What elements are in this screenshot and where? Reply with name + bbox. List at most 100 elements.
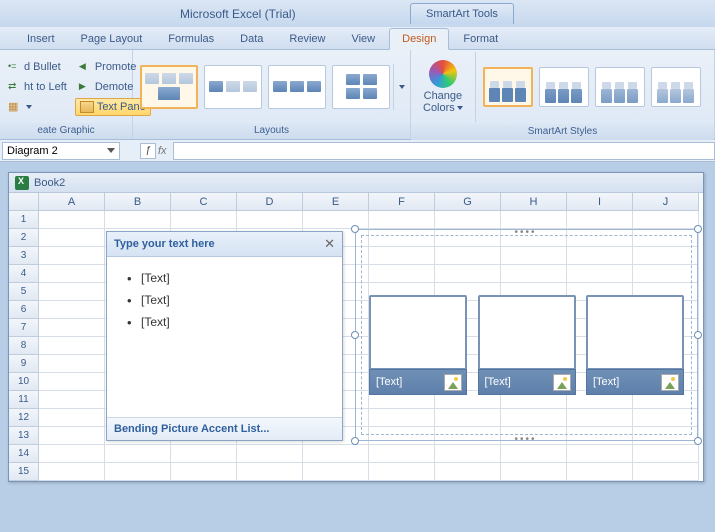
- picture-placeholder[interactable]: [369, 295, 467, 370]
- cell-grid[interactable]: /* rows rendered below */ Type your text…: [39, 211, 699, 481]
- col-header[interactable]: J: [633, 193, 699, 211]
- picture-placeholder[interactable]: [478, 295, 576, 370]
- col-header[interactable]: G: [435, 193, 501, 211]
- row-header[interactable]: 9: [9, 355, 39, 373]
- layout-button[interactable]: [4, 98, 71, 116]
- tab-review[interactable]: Review: [277, 29, 337, 49]
- right-to-left-button[interactable]: ht to Left: [4, 78, 71, 96]
- title-bar: Microsoft Excel (Trial) SmartArt Tools: [0, 0, 715, 27]
- row-header[interactable]: 12: [9, 409, 39, 427]
- demote-icon: [79, 80, 93, 94]
- tab-page-layout[interactable]: Page Layout: [69, 29, 155, 49]
- workbook-titlebar[interactable]: Book2: [9, 173, 703, 193]
- rotate-handle-icon[interactable]: ••••: [515, 434, 537, 445]
- row-header[interactable]: 11: [9, 391, 39, 409]
- style-thumb-1[interactable]: [483, 67, 533, 107]
- resize-handle[interactable]: [351, 331, 359, 339]
- col-header[interactable]: C: [171, 193, 237, 211]
- col-header[interactable]: A: [39, 193, 105, 211]
- row-header[interactable]: 3: [9, 247, 39, 265]
- color-wheel-icon: [429, 60, 457, 88]
- tab-format[interactable]: Format: [451, 29, 510, 49]
- resize-handle[interactable]: [694, 331, 702, 339]
- row-header[interactable]: 6: [9, 301, 39, 319]
- layout-thumb-3[interactable]: [268, 65, 326, 109]
- text-pane-item[interactable]: [Text]: [125, 267, 324, 289]
- close-icon[interactable]: ✕: [324, 236, 335, 252]
- layout-thumb-4[interactable]: [332, 65, 390, 109]
- ribbon-tabs: Insert Page Layout Formulas Data Review …: [0, 27, 715, 50]
- chevron-down-icon: [26, 105, 32, 109]
- row-header[interactable]: 2: [9, 229, 39, 247]
- row-header[interactable]: 10: [9, 373, 39, 391]
- picture-placeholder[interactable]: [586, 295, 684, 370]
- bullet-icon: [8, 60, 22, 74]
- resize-handle[interactable]: [351, 437, 359, 445]
- app-title: Microsoft Excel (Trial): [180, 7, 296, 21]
- rtl-icon: [8, 80, 22, 94]
- layout-thumb-2[interactable]: [204, 65, 262, 109]
- row-header[interactable]: 7: [9, 319, 39, 337]
- text-pane-item[interactable]: [Text]: [125, 311, 324, 333]
- fx-button[interactable]: ƒ: [140, 143, 156, 159]
- row-header[interactable]: 8: [9, 337, 39, 355]
- resize-handle[interactable]: [351, 225, 359, 233]
- row-header[interactable]: 13: [9, 427, 39, 445]
- row-header[interactable]: 15: [9, 463, 39, 481]
- tab-data[interactable]: Data: [228, 29, 275, 49]
- diagram-shape[interactable]: [Text]: [586, 295, 684, 395]
- tab-formulas[interactable]: Formulas: [156, 29, 226, 49]
- select-all-corner[interactable]: [9, 193, 39, 211]
- workbook-title: Book2: [34, 177, 65, 189]
- row-header[interactable]: 4: [9, 265, 39, 283]
- diagram-shape[interactable]: [Text]: [369, 295, 467, 395]
- col-header[interactable]: E: [303, 193, 369, 211]
- tab-design[interactable]: Design: [389, 28, 449, 50]
- shape-caption[interactable]: [Text]: [485, 376, 511, 388]
- col-header[interactable]: F: [369, 193, 435, 211]
- rtl-label: ht to Left: [24, 81, 67, 93]
- picture-icon[interactable]: [553, 374, 571, 391]
- formula-input[interactable]: [173, 142, 715, 160]
- resize-handle[interactable]: [694, 437, 702, 445]
- style-thumb-2[interactable]: [539, 67, 589, 107]
- col-header[interactable]: I: [567, 193, 633, 211]
- text-pane-item[interactable]: [Text]: [125, 289, 324, 311]
- layout-icon: [8, 100, 22, 114]
- tab-view[interactable]: View: [339, 29, 387, 49]
- row-header[interactable]: 1: [9, 211, 39, 229]
- col-header[interactable]: H: [501, 193, 567, 211]
- change-colors-label2: Colors: [423, 102, 455, 114]
- text-pane-icon: [80, 101, 94, 113]
- text-pane-body[interactable]: [Text] [Text] [Text]: [107, 257, 342, 417]
- picture-icon[interactable]: [444, 374, 462, 391]
- shape-caption[interactable]: [Text]: [376, 376, 402, 388]
- shape-caption[interactable]: [Text]: [593, 376, 619, 388]
- style-thumb-4[interactable]: [651, 67, 701, 107]
- style-thumb-3[interactable]: [595, 67, 645, 107]
- col-header[interactable]: B: [105, 193, 171, 211]
- tab-insert[interactable]: Insert: [15, 29, 67, 49]
- layouts-more-button[interactable]: [393, 64, 408, 110]
- name-box[interactable]: Diagram 2: [2, 142, 120, 160]
- promote-icon: [79, 60, 93, 74]
- row-header[interactable]: 14: [9, 445, 39, 463]
- text-pane-footer[interactable]: Bending Picture Accent List...: [107, 417, 342, 440]
- demote-label: Demote: [95, 81, 134, 93]
- text-pane-title: Type your text here: [114, 238, 215, 250]
- chevron-down-icon: [457, 106, 463, 110]
- diagram-shape[interactable]: [Text]: [478, 295, 576, 395]
- change-colors-button[interactable]: Change Colors: [415, 56, 471, 118]
- layout-thumb-1[interactable]: [140, 65, 198, 109]
- promote-label: Promote: [95, 61, 137, 73]
- smartart-diagram[interactable]: •••• •••• [Text] [Tex: [355, 229, 698, 441]
- add-bullet-button[interactable]: d Bullet: [4, 58, 71, 76]
- group-label-create-graphic: eate Graphic: [0, 123, 132, 139]
- column-headers: A B C D E F G H I J: [39, 193, 699, 211]
- row-header[interactable]: 5: [9, 283, 39, 301]
- change-colors-label1: Change: [424, 90, 463, 102]
- picture-icon[interactable]: [661, 374, 679, 391]
- resize-handle[interactable]: [694, 225, 702, 233]
- col-header[interactable]: D: [237, 193, 303, 211]
- rotate-handle-icon[interactable]: ••••: [515, 227, 537, 238]
